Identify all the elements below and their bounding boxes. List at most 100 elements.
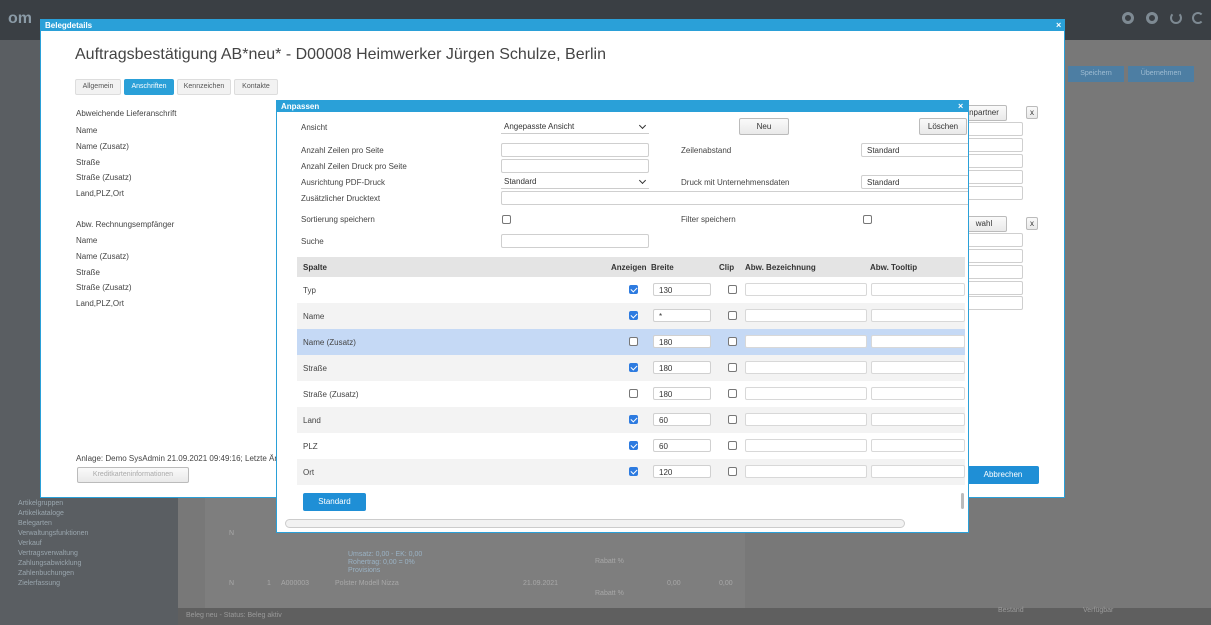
width-input[interactable]: 60	[653, 439, 711, 452]
table-row-partial[interactable]	[297, 485, 965, 491]
col-clip[interactable]: Clip	[719, 263, 734, 272]
table-row[interactable]: Ort 120	[297, 459, 965, 485]
zeilenabstand-input[interactable]: Standard	[861, 143, 968, 157]
clear-button[interactable]: x	[1026, 217, 1038, 230]
col-anzeigen[interactable]: Anzeigen	[611, 263, 647, 272]
show-checkbox[interactable]	[629, 389, 638, 398]
table-row-selected[interactable]: Name (Zusatz) 180	[297, 329, 965, 355]
clip-checkbox[interactable]	[728, 467, 737, 476]
tooltip-input[interactable]	[871, 309, 965, 322]
show-checkbox[interactable]	[629, 363, 638, 372]
loeschen-button[interactable]: Löschen	[919, 118, 967, 135]
close-icon[interactable]: ×	[958, 101, 963, 111]
clip-checkbox[interactable]	[728, 285, 737, 294]
bezeichnung-input[interactable]	[745, 465, 867, 478]
right-field[interactable]	[966, 249, 1023, 263]
width-input[interactable]: 180	[653, 387, 711, 400]
horizontal-scrollbar[interactable]	[285, 519, 905, 528]
sortierung-checkbox[interactable]	[502, 215, 511, 224]
settings-icon[interactable]	[1146, 12, 1158, 24]
clip-checkbox[interactable]	[728, 337, 737, 346]
tooltip-input[interactable]	[871, 387, 965, 400]
clip-checkbox[interactable]	[728, 441, 737, 450]
right-field[interactable]	[966, 296, 1023, 310]
bezeichnung-input[interactable]	[745, 387, 867, 400]
zeilen-druck-input[interactable]	[501, 159, 649, 173]
nav-item[interactable]: Zahlungsabwicklung	[18, 560, 168, 570]
clip-checkbox[interactable]	[728, 363, 737, 372]
nav-item[interactable]: Zahlenbuchungen	[18, 570, 168, 580]
right-field[interactable]	[966, 170, 1023, 184]
right-field[interactable]	[966, 265, 1023, 279]
tab-allgemein[interactable]: Allgemein	[75, 79, 121, 95]
col-tooltip[interactable]: Abw. Tooltip	[870, 263, 917, 272]
bezeichnung-input[interactable]	[745, 413, 867, 426]
clip-checkbox[interactable]	[728, 389, 737, 398]
col-breite[interactable]: Breite	[651, 263, 674, 272]
table-row[interactable]: Land 60	[297, 407, 965, 433]
gear-icon[interactable]	[1122, 12, 1134, 24]
bg-uebernehmen-button[interactable]: Übernehmen	[1128, 66, 1194, 82]
col-spalte[interactable]: Spalte	[303, 263, 327, 272]
tooltip-input[interactable]	[871, 283, 965, 296]
right-field[interactable]	[966, 281, 1023, 295]
tooltip-input[interactable]	[871, 465, 965, 478]
width-input[interactable]: 130	[653, 283, 711, 296]
right-field[interactable]	[966, 154, 1023, 168]
nav-item[interactable]: Zielerfassung	[18, 580, 168, 590]
tooltip-input[interactable]	[871, 335, 965, 348]
nav-item[interactable]: Verwaltungsfunktionen	[18, 530, 168, 540]
tooltip-input[interactable]	[871, 361, 965, 374]
width-input[interactable]: *	[653, 309, 711, 322]
show-checkbox[interactable]	[629, 415, 638, 424]
right-field[interactable]	[966, 233, 1023, 247]
bezeichnung-input[interactable]	[745, 335, 867, 348]
druck-unternehmen-input[interactable]: Standard	[861, 175, 968, 189]
show-checkbox[interactable]	[629, 311, 638, 320]
table-row[interactable]: Straße 180	[297, 355, 965, 381]
right-field[interactable]	[966, 138, 1023, 152]
zeilen-pro-seite-input[interactable]	[501, 143, 649, 157]
clip-checkbox[interactable]	[728, 415, 737, 424]
nav-item[interactable]: Vertragsverwaltung	[18, 550, 168, 560]
kreditkarten-button[interactable]: Kreditkarteninformationen	[77, 467, 189, 483]
tooltip-input[interactable]	[871, 439, 965, 452]
tab-anschriften[interactable]: Anschriften	[124, 79, 174, 95]
abbrechen-button[interactable]: Abbrechen	[967, 466, 1039, 484]
power-icon[interactable]	[1170, 12, 1182, 24]
ausrichtung-select[interactable]: Standard	[501, 175, 649, 189]
clear-button[interactable]: x	[1026, 106, 1038, 119]
right-field[interactable]	[966, 122, 1023, 136]
neu-button[interactable]: Neu	[739, 118, 789, 135]
refresh-icon[interactable]	[1192, 12, 1204, 24]
vertical-scrollbar[interactable]	[961, 493, 964, 509]
show-checkbox[interactable]	[629, 467, 638, 476]
drucktext-input[interactable]	[501, 191, 968, 205]
table-row[interactable]: Name *	[297, 303, 965, 329]
tab-kontakte[interactable]: Kontakte	[234, 79, 278, 95]
bezeichnung-input[interactable]	[745, 309, 867, 322]
table-row[interactable]: Typ 130	[297, 277, 965, 303]
ansicht-select[interactable]: Angepasste Ansicht	[501, 120, 649, 134]
col-bezeichnung[interactable]: Abw. Bezeichnung	[745, 263, 816, 272]
right-field[interactable]	[966, 186, 1023, 200]
table-row[interactable]: PLZ 60	[297, 433, 965, 459]
table-row[interactable]: Straße (Zusatz) 180	[297, 381, 965, 407]
width-input[interactable]: 60	[653, 413, 711, 426]
close-icon[interactable]: ×	[1056, 20, 1061, 30]
nav-item[interactable]: Artikelgruppen	[18, 500, 168, 510]
show-checkbox[interactable]	[629, 337, 638, 346]
nav-item[interactable]: Artikelkataloge	[18, 510, 168, 520]
show-checkbox[interactable]	[629, 441, 638, 450]
bg-speichern-button[interactable]: Speichern	[1068, 66, 1124, 82]
show-checkbox[interactable]	[629, 285, 638, 294]
tab-kennzeichen[interactable]: Kennzeichen	[177, 79, 231, 95]
width-input[interactable]: 120	[653, 465, 711, 478]
clip-checkbox[interactable]	[728, 311, 737, 320]
bezeichnung-input[interactable]	[745, 439, 867, 452]
bezeichnung-input[interactable]	[745, 361, 867, 374]
width-input[interactable]: 180	[653, 335, 711, 348]
tooltip-input[interactable]	[871, 413, 965, 426]
search-input[interactable]	[501, 234, 649, 248]
width-input[interactable]: 180	[653, 361, 711, 374]
